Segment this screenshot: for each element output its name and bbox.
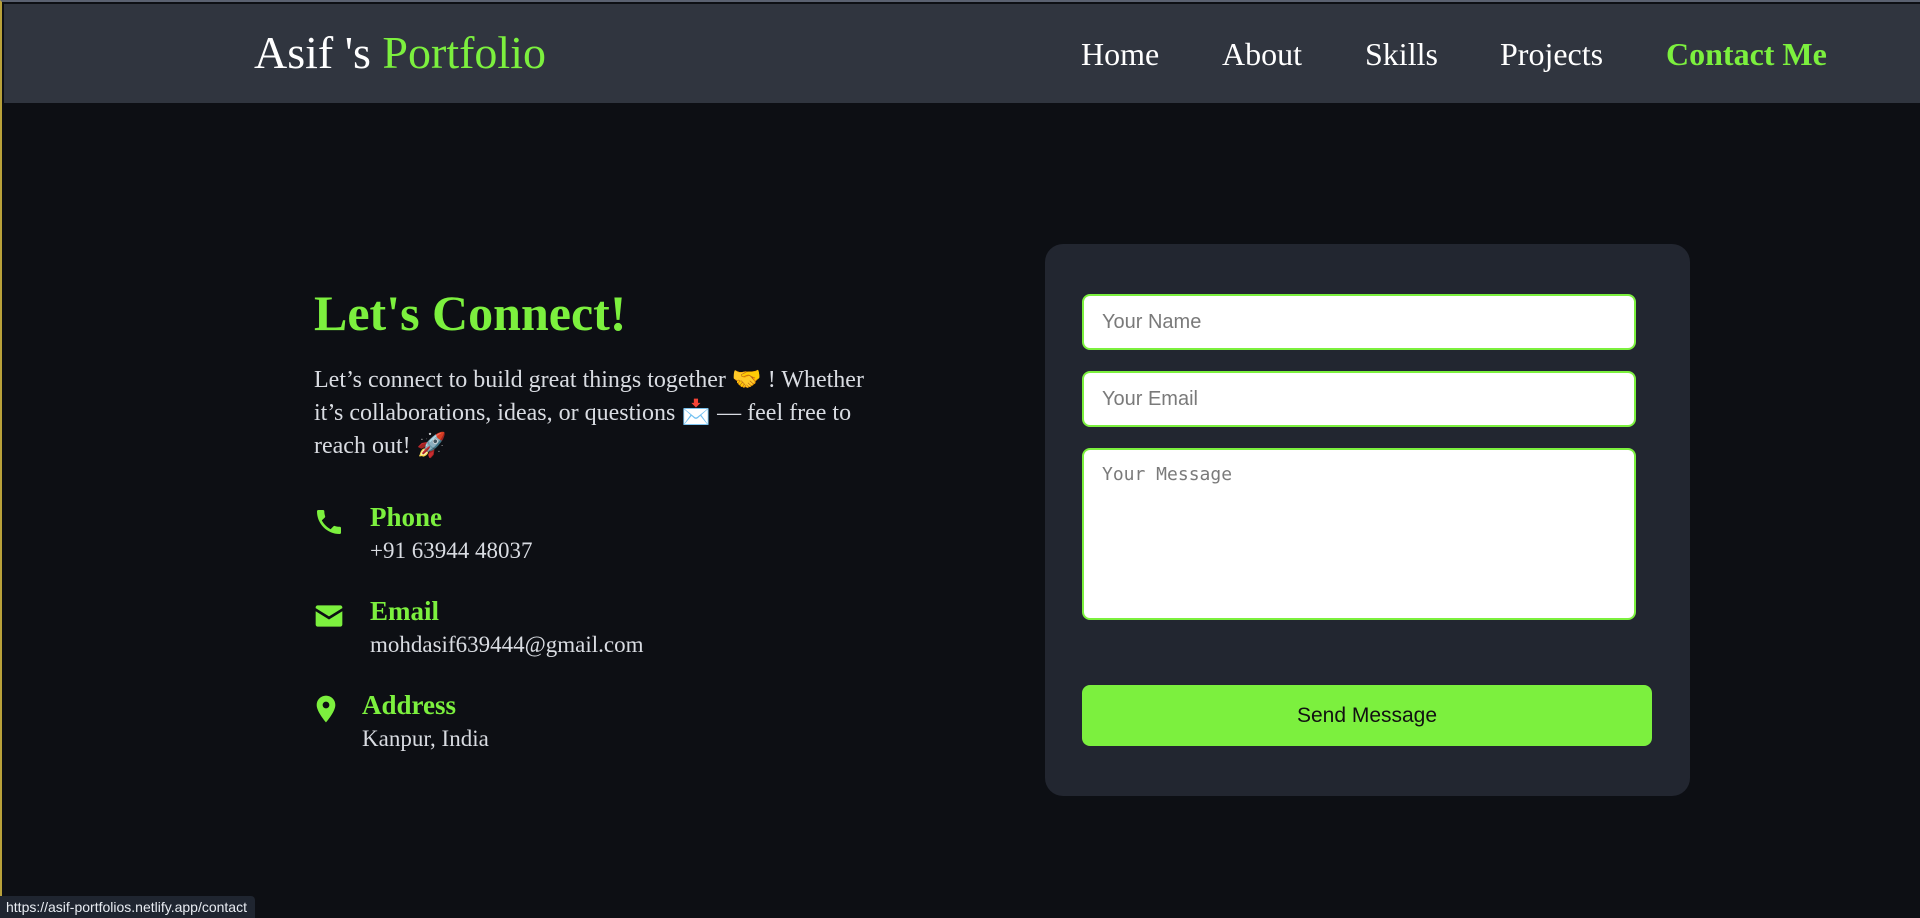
nav-about[interactable]: About [1222,36,1302,73]
page-frame: Asif 's Portfolio Home About Skills Proj… [0,0,1920,918]
connect-description: Let’s connect to build great things toge… [314,367,864,459]
address-label: Address [362,690,457,720]
envelope-icon [315,605,343,627]
nav-skills[interactable]: Skills [1365,36,1438,73]
contact-form-card: Send Message [1045,244,1690,796]
site-header: Asif 's Portfolio Home About Skills Proj… [4,4,1920,103]
name-input[interactable] [1082,294,1636,350]
nav-projects[interactable]: Projects [1500,36,1603,73]
address-value: Kanpur, India [362,726,489,751]
logo-name: Asif 's [254,27,371,78]
connect-title: Let's Connect! [314,285,627,341]
logo-accent: Portfolio [382,27,546,78]
phone-value: +91 63944 48037 [370,538,533,563]
send-message-button[interactable]: Send Message [1082,685,1652,746]
message-textarea[interactable] [1082,448,1636,620]
nav-home[interactable]: Home [1081,36,1159,73]
map-pin-icon [316,695,336,723]
phone-label: Phone [370,502,443,532]
email-label: Email [370,596,440,626]
site-logo[interactable]: Asif 's Portfolio [254,26,546,79]
nav-contact-me[interactable]: Contact Me [1666,36,1827,73]
email-input[interactable] [1082,371,1636,427]
phone-icon [317,510,341,534]
status-bar-url: https://asif-portfolios.netlify.app/cont… [0,896,255,918]
email-value: mohdasif639444@gmail.com [370,632,644,657]
